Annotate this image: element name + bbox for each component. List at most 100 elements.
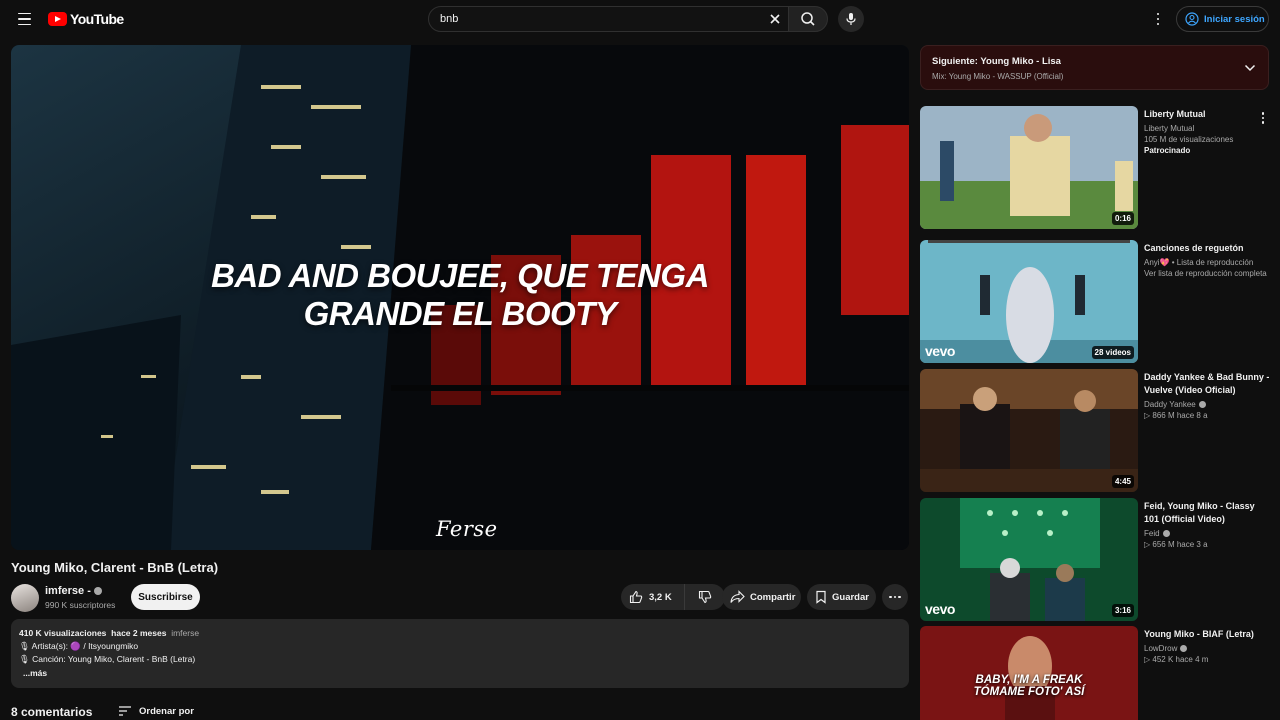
description-box[interactable]: 410 K visualizaciones hace 2 meses imfer…: [11, 619, 909, 688]
up-next-panel[interactable]: Siguiente: Young Miko - Lisa Mix: Young …: [920, 45, 1269, 90]
verified-icon: [93, 587, 102, 596]
rec-stats: ▷ 452 K hace 4 m: [1144, 655, 1209, 664]
thumbnail-image: [920, 106, 1138, 229]
show-more-link[interactable]: ...más: [19, 668, 901, 678]
like-count: 3,2 K: [649, 591, 672, 603]
video-player[interactable]: BAD AND BOUJEE, QUE TENGA GRANDE EL BOOT…: [11, 45, 909, 550]
rec-channel[interactable]: Feid: [1144, 529, 1160, 538]
vevo-brand: vevo: [925, 343, 955, 359]
rec-title[interactable]: Canciones de reguetón: [1144, 242, 1272, 255]
rec-channel-container[interactable]: Feid: [1144, 528, 1272, 539]
rec-title[interactable]: Feid, Young Miko - Classy 101 (Official …: [1144, 500, 1272, 526]
sort-label: Ordenar por: [139, 705, 194, 717]
view-count: 410 K visualizaciones: [19, 628, 107, 638]
recommendation-item[interactable]: vevo 28 videos Canciones de reguetón Any…: [920, 240, 1270, 364]
rec-channel[interactable]: Daddy Yankee: [1144, 400, 1196, 409]
account-icon: [1185, 12, 1199, 26]
chevron-down-icon[interactable]: [1244, 63, 1256, 73]
share-button[interactable]: Compartir: [722, 584, 801, 610]
upload-date: hace 2 meses: [111, 628, 167, 638]
comments-count: 8 comentarios: [11, 705, 93, 719]
channel-name[interactable]: imferse -: [45, 585, 91, 597]
logo-text: YouTube: [70, 11, 124, 27]
rec-channel-container[interactable]: Daddy Yankee: [1144, 399, 1272, 410]
vevo-brand: vevo: [925, 601, 955, 617]
thumbs-down-icon: [698, 590, 712, 604]
thumbnail-image: [920, 369, 1138, 492]
voice-search-button[interactable]: [838, 6, 864, 32]
menu-icon[interactable]: [12, 8, 36, 30]
thumbnail[interactable]: vevo 28 videos: [920, 240, 1138, 363]
subscribe-button[interactable]: Suscribirse: [131, 584, 200, 610]
share-icon: [730, 590, 745, 603]
like-button[interactable]: 3,2 K: [621, 584, 685, 610]
thumbnail-caption-line-1: BABY, I'M A FREAK: [975, 674, 1083, 686]
recommendation-item[interactable]: vevo 3:16 Feid, Young Miko - Classy 101 …: [920, 498, 1270, 622]
recommendation-item[interactable]: 4:45 Daddy Yankee & Bad Bunny - Vuelve (…: [920, 369, 1270, 493]
rec-channel[interactable]: LowDrow: [1144, 644, 1177, 653]
verified-icon: [1180, 645, 1188, 653]
youtube-play-icon: [48, 12, 67, 26]
rec-info: Daddy Yankee & Bad Bunny - Vuelve (Video…: [1144, 371, 1272, 421]
duration-badge: 4:45: [1111, 475, 1134, 488]
sort-icon: [119, 706, 131, 716]
settings-more-icon[interactable]: [1150, 9, 1166, 29]
channel-avatar[interactable]: [11, 584, 39, 612]
rec-stats: 105 M de visualizaciones: [1144, 135, 1234, 144]
lyric-line-1: BAD AND BOUJEE, QUE TENGA: [211, 257, 709, 294]
like-dislike-group: 3,2 K: [621, 584, 725, 610]
sponsored-label: Patrocinado: [1144, 146, 1191, 155]
thumbnail-caption: BABY, I'M A FREAK TÓMAME FOTO' ASÍ: [920, 674, 1138, 698]
up-next-subtitle: Mix: Young Miko - WASSUP (Official): [932, 72, 1064, 81]
rec-more-icon[interactable]: [1258, 110, 1269, 126]
search-button[interactable]: [788, 6, 828, 32]
rec-channel-container[interactable]: LowDrow: [1144, 643, 1272, 654]
save-label: Guardar: [832, 591, 869, 603]
view-playlist-link[interactable]: Ver lista de reproducción completa: [1144, 268, 1272, 279]
description-channel-tag[interactable]: imferse: [171, 628, 199, 638]
subscriber-count: 990 K suscriptores: [45, 600, 116, 610]
sort-button[interactable]: Ordenar por: [118, 705, 194, 717]
thumbnail[interactable]: 4:45: [920, 369, 1138, 492]
rec-channel[interactable]: Anyi💖 • Lista de reproducción: [1144, 257, 1272, 268]
signin-label: Iniciar sesión: [1204, 13, 1265, 25]
rec-stats: ▷ 656 M hace 3 a: [1144, 540, 1208, 549]
rec-title[interactable]: Young Miko - BIAF (Letra): [1144, 628, 1272, 641]
more-actions-icon[interactable]: [882, 584, 908, 610]
rec-info: Young Miko - BIAF (Letra) LowDrow ▷ 452 …: [1144, 628, 1272, 665]
lyric-line-2: GRANDE EL BOOTY: [303, 295, 617, 332]
search-input[interactable]: [440, 13, 760, 25]
rec-channel[interactable]: Liberty Mutual: [1144, 123, 1272, 134]
thumbnail[interactable]: BABY, I'M A FREAK TÓMAME FOTO' ASÍ: [920, 626, 1138, 720]
thumbnail[interactable]: vevo 3:16: [920, 498, 1138, 621]
verified-icon: [1198, 401, 1206, 409]
rec-title[interactable]: Daddy Yankee & Bad Bunny - Vuelve (Video…: [1144, 371, 1272, 397]
thumbnail-image: [920, 626, 1138, 720]
artist-line: 🎙 Artista(s): 🟣 / Itsyoungmiko: [19, 641, 139, 651]
dislike-button[interactable]: [685, 584, 725, 610]
duration-badge: 0:16: [1111, 212, 1134, 225]
duration-badge: 3:16: [1111, 604, 1134, 617]
rec-info: Canciones de reguetón Anyi💖 • Lista de r…: [1144, 242, 1272, 279]
recommendation-item[interactable]: BABY, I'M A FREAK TÓMAME FOTO' ASÍ Young…: [920, 626, 1270, 720]
thumbs-up-icon: [629, 590, 643, 604]
rec-info: Liberty Mutual Liberty Mutual 105 M de v…: [1144, 108, 1272, 156]
video-title: Young Miko, Clarent - BnB (Letra): [11, 560, 219, 575]
channel-name-container[interactable]: imferse -: [45, 585, 102, 597]
search-box: [428, 6, 790, 32]
rec-title[interactable]: Liberty Mutual: [1144, 108, 1272, 121]
thumbnail-caption-line-2: TÓMAME FOTO' ASÍ: [973, 686, 1085, 698]
thumbnail[interactable]: 0:16: [920, 106, 1138, 229]
playlist-count-badge: 28 videos: [1091, 346, 1134, 359]
youtube-logo[interactable]: YouTube: [48, 11, 124, 27]
microphone-icon: [846, 13, 856, 25]
verified-icon: [1162, 530, 1170, 538]
owner-row: imferse - 990 K suscriptores Suscribirse…: [11, 583, 909, 613]
bookmark-icon: [816, 590, 826, 604]
description-meta: 410 K visualizaciones hace 2 meses imfer…: [19, 628, 901, 638]
masthead: YouTube Iniciar sesión: [0, 0, 1280, 38]
clear-icon[interactable]: [767, 11, 783, 27]
recommendation-item[interactable]: 0:16 Liberty Mutual Liberty Mutual 105 M…: [920, 106, 1270, 230]
signin-button[interactable]: Iniciar sesión: [1176, 6, 1269, 32]
save-button[interactable]: Guardar: [807, 584, 876, 610]
